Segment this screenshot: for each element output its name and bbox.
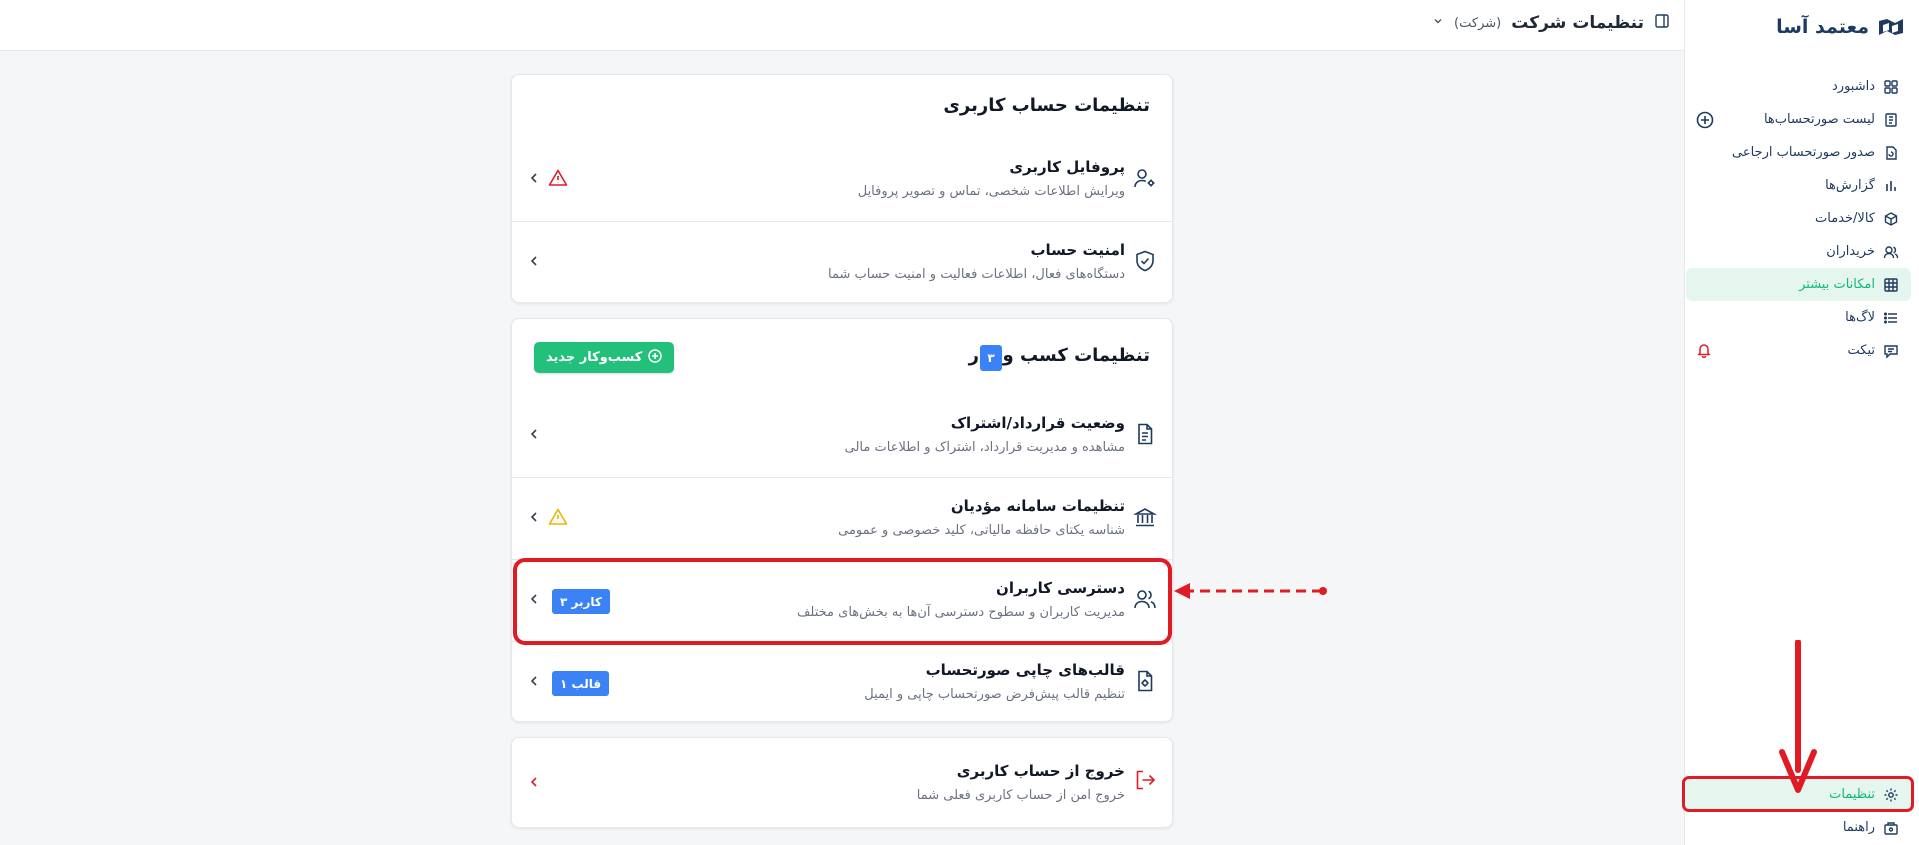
row-title: پروفایل کاربری: [1009, 158, 1125, 176]
business-count-badge: ۳: [980, 345, 1002, 371]
settings-row-contract[interactable]: وضعیت قرارداد/اشتراک مشاهده و مدیریت قرا…: [512, 395, 1172, 477]
row-description: مشاهده و مدیریت قرارداد، اشتراک و اطلاعا…: [844, 440, 1125, 455]
bell-icon[interactable]: [1696, 342, 1712, 362]
settings-row-taxpayer-system[interactable]: تنظیمات سامانه مؤدیان شناسه یکتای حافظه …: [512, 477, 1172, 559]
user-count-badge: ۳ کاربر: [552, 589, 610, 614]
sidebar-item-label: راهنما: [1842, 820, 1875, 835]
warning-icon: [548, 168, 568, 188]
row-title: دسترسی کاربران: [996, 579, 1125, 597]
row-description: دستگاه‌های فعال، اطلاعات فعالیت و امنیت …: [828, 267, 1125, 282]
logout-card[interactable]: خروج از حساب کاربری خروج امن از حساب کار…: [511, 737, 1173, 828]
page-title: تنظیمات شرکت: [1511, 13, 1644, 33]
row-description: تنظیم قالب پیش‌فرض صورتحساب چاپی و ایمیل: [864, 687, 1125, 702]
sidebar-item-label: کالا/خدمات: [1815, 211, 1875, 226]
brand[interactable]: معتمد آسا: [1776, 16, 1905, 38]
sidebar-item-ticket[interactable]: تیکت: [1686, 334, 1911, 367]
list-invoice-icon: [1883, 112, 1899, 128]
box-icon: [1883, 211, 1899, 227]
grid-icon: [1883, 277, 1899, 293]
sidebar-item-label: خریداران: [1826, 244, 1875, 259]
users-icon: [1883, 244, 1899, 260]
row-title: خروج از حساب کاربری: [956, 762, 1125, 780]
brand-name: معتمد آسا: [1776, 16, 1869, 38]
gear-icon: [1883, 787, 1899, 803]
account-settings-card: تنظیمات حساب کاربری پروفایل کاربری ویرای…: [511, 74, 1173, 303]
sidebar-nav: داشبورد لیست صورتحساب‌ها صدور صورتحساب ا…: [1686, 70, 1911, 367]
sidebar-item-refund-invoice[interactable]: صدور صورتحساب ارجاعی: [1686, 136, 1911, 169]
settings-row-profile[interactable]: پروفایل کاربری ویرایش اطلاعات شخصی، تماس…: [512, 139, 1172, 221]
sidebar-item-help[interactable]: راهنما: [1686, 811, 1911, 844]
row-title: وضعیت قرارداد/اشتراک: [950, 414, 1125, 432]
bank-icon: [1132, 505, 1158, 529]
sidebar-item-more-features[interactable]: امکانات بیشتر: [1686, 268, 1911, 301]
refund-invoice-icon: [1883, 145, 1899, 161]
chevron-left-icon: [527, 427, 541, 441]
topbar: تنظیمات شرکت (شرکت): [0, 0, 1684, 51]
chevron-down-icon[interactable]: [1432, 15, 1444, 31]
topbar-title-group: تنظیمات شرکت (شرکت): [1432, 13, 1670, 33]
row-description: مدیریت کاربران و سطوح دسترسی آن‌ها به بخ…: [796, 605, 1125, 620]
row-title: امنیت حساب: [1030, 241, 1125, 259]
settings-row-user-access[interactable]: دسترسی کاربران مدیریت کاربران و سطوح دست…: [512, 559, 1172, 641]
sidebar-item-label: امکانات بیشتر: [1799, 277, 1875, 292]
settings-row-print-templates[interactable]: قالب‌های چاپی صورتحساب تنظیم قالب پیش‌فر…: [512, 641, 1172, 723]
sidebar-item-label: گزارش‌ها: [1825, 178, 1875, 193]
dashboard-icon: [1883, 79, 1899, 95]
settings-row-security[interactable]: امنیت حساب دستگاه‌های فعال، اطلاعات فعال…: [512, 221, 1172, 303]
chevron-left-icon: [527, 592, 541, 606]
chevron-left-icon: [527, 510, 541, 524]
document-gear-icon: [1133, 669, 1157, 693]
chevron-left-icon: [527, 254, 541, 268]
chart-icon: [1883, 178, 1899, 194]
business-settings-card: تنظیمات کسب و کار ۳ کسب‌وکار جدید وضعیت …: [511, 318, 1173, 722]
settings-row-logout[interactable]: خروج از حساب کاربری خروج امن از حساب کار…: [512, 738, 1172, 827]
warning-icon: [548, 507, 568, 527]
users-icon: [1133, 587, 1157, 611]
row-title: تنظیمات سامانه مؤدیان: [950, 497, 1125, 515]
chevron-left-icon: [527, 171, 541, 185]
row-description: شناسه یکتای حافظه مالیاتی، کلید خصوصی و …: [838, 523, 1125, 538]
shield-check-icon: [1133, 249, 1157, 273]
chevron-left-icon: [527, 775, 541, 789]
sidebar-item-reports[interactable]: گزارش‌ها: [1686, 169, 1911, 202]
arrow-left-annotation: [1174, 583, 1327, 599]
sidebar-item-invoices[interactable]: لیست صورتحساب‌ها: [1686, 103, 1911, 136]
card-title: تنظیمات حساب کاربری: [943, 95, 1150, 116]
sidebar-item-label: صدور صورتحساب ارجاعی: [1732, 145, 1875, 160]
row-title: قالب‌های چاپی صورتحساب: [925, 661, 1125, 679]
row-description: خروج امن از حساب کاربری فعلی شما: [916, 788, 1125, 803]
sidebar-item-label: لاگ‌ها: [1845, 310, 1875, 325]
user-gear-icon: [1133, 166, 1157, 190]
logo-icon: [1879, 19, 1903, 35]
new-business-button[interactable]: کسب‌وکار جدید: [534, 342, 675, 373]
sidebar-item-label: لیست صورتحساب‌ها: [1763, 112, 1875, 127]
new-business-label: کسب‌وکار جدید: [546, 350, 643, 365]
sidebar-item-products[interactable]: کالا/خدمات: [1686, 202, 1911, 235]
sidebar-item-label: داشبورد: [1832, 79, 1875, 94]
company-selector[interactable]: (شرکت): [1454, 16, 1501, 31]
template-count-badge: ۱ قالب: [552, 671, 610, 696]
sidebar-toggle-icon[interactable]: [1654, 13, 1670, 33]
help-icon: [1883, 820, 1899, 836]
arrow-down-annotation: [1779, 640, 1817, 793]
row-description: ویرایش اطلاعات شخصی، تماس و تصویر پروفای…: [857, 184, 1125, 199]
sidebar-item-label: تنظیمات: [1829, 787, 1875, 802]
document-icon: [1133, 422, 1157, 446]
add-invoice-icon[interactable]: [1696, 111, 1714, 133]
plus-circle-icon: [648, 348, 663, 367]
list-icon: [1883, 310, 1899, 326]
sidebar-item-logs[interactable]: لاگ‌ها: [1686, 301, 1911, 334]
sidebar-item-buyers[interactable]: خریداران: [1686, 235, 1911, 268]
sidebar-item-label: تیکت: [1847, 343, 1876, 358]
ticket-icon: [1883, 343, 1899, 359]
logout-icon: [1133, 768, 1157, 792]
chevron-left-icon: [527, 674, 541, 688]
sidebar-item-dashboard[interactable]: داشبورد: [1686, 70, 1911, 103]
